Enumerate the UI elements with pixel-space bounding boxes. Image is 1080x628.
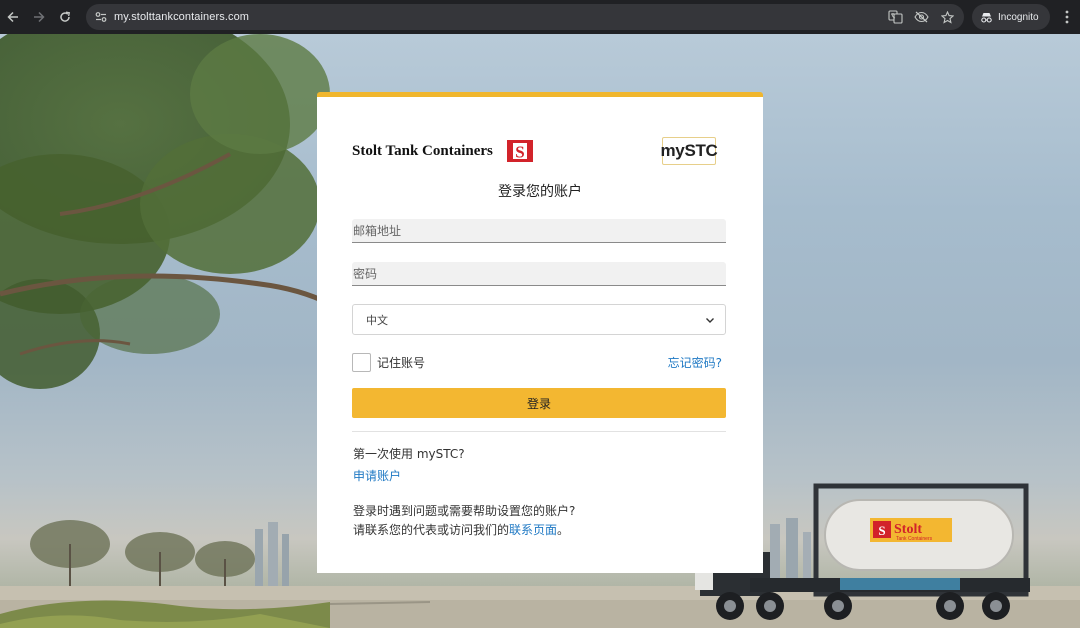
stolt-logo-icon: S	[507, 140, 533, 162]
bookmark-star-icon[interactable]	[938, 8, 956, 26]
help-text-line1: 登录时遇到问题或需要帮助设置您的账户?	[353, 504, 576, 518]
truck-s-mark: S	[878, 523, 885, 538]
mystc-logo: mySTC	[660, 137, 718, 165]
contact-page-link[interactable]: 联系页面	[509, 523, 557, 537]
login-card: Stolt Tank Containers S mySTC 登录您的账户 中文 …	[317, 92, 763, 573]
remember-label[interactable]: 记住账号	[377, 354, 425, 371]
url-text[interactable]: my.stolttankcontainers.com	[114, 11, 249, 23]
eye-off-icon[interactable]	[912, 8, 930, 26]
logo-row: Stolt Tank Containers S mySTC	[352, 137, 718, 167]
incognito-badge[interactable]: Incognito	[972, 4, 1050, 30]
remember-checkbox[interactable]	[352, 353, 371, 372]
divider	[352, 431, 726, 432]
tree-image	[0, 34, 330, 389]
first-time-text: 第一次使用 mySTC?	[353, 447, 465, 461]
email-input[interactable]	[352, 219, 726, 242]
stolt-logo-letter: S	[515, 143, 524, 162]
reload-button[interactable]	[52, 4, 78, 30]
arrow-right-icon	[34, 11, 45, 23]
help-text-suffix: 。	[557, 523, 570, 537]
truck-subtitle-text: Tank Containers	[896, 536, 933, 542]
stolt-brand-name: Stolt Tank Containers	[352, 143, 493, 159]
login-button[interactable]: 登录	[352, 388, 726, 418]
help-text-prefix: 请联系您的代表或访问我们的	[353, 523, 510, 537]
help-text-line2: 请联系您的代表或访问我们的联系页面。	[353, 521, 569, 538]
login-heading: 登录您的账户	[498, 184, 582, 200]
back-button[interactable]	[0, 4, 26, 30]
incognito-label: Incognito	[998, 11, 1039, 23]
site-info-icon[interactable]	[88, 4, 114, 30]
reload-icon	[60, 11, 71, 22]
address-bar[interactable]: my.stolttankcontainers.com	[86, 4, 964, 30]
arrow-left-icon	[7, 11, 18, 23]
email-field[interactable]	[352, 219, 726, 243]
password-field[interactable]	[352, 262, 726, 286]
incognito-icon	[981, 12, 992, 23]
truck-brand-text: Stolt	[894, 522, 922, 537]
kebab-menu-icon[interactable]	[1058, 4, 1076, 30]
language-select[interactable]: 中文	[352, 304, 726, 335]
language-select-value: 中文	[366, 313, 388, 327]
chevron-down-icon	[706, 318, 714, 323]
password-input[interactable]	[352, 262, 726, 285]
browser-toolbar: my.stolttankcontainers.com Incognito	[0, 0, 1080, 34]
forgot-password-link[interactable]: 忘记密码?	[668, 354, 722, 371]
login-page-background: S Stolt Tank Containers Stolt Tank Conta…	[0, 34, 1080, 628]
forward-button[interactable]	[26, 4, 52, 30]
translate-icon[interactable]	[886, 8, 904, 26]
apply-account-link[interactable]: 申请账户	[353, 467, 401, 484]
